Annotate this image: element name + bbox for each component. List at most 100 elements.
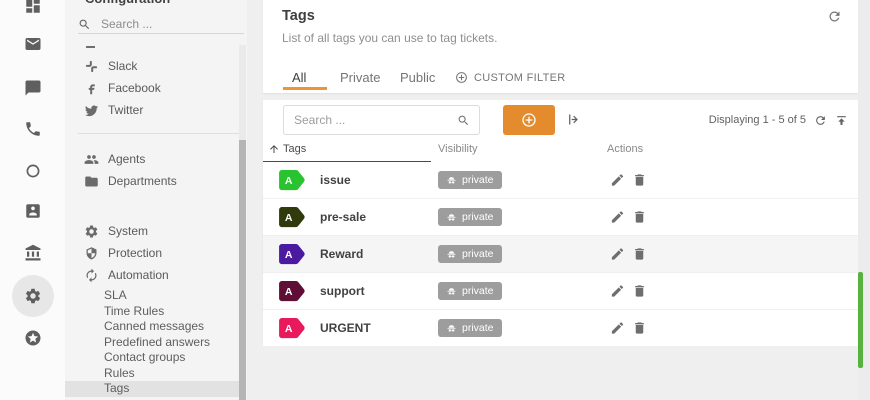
divider	[78, 133, 244, 134]
tab-all[interactable]: All	[292, 70, 306, 85]
active-tab-indicator	[283, 87, 327, 90]
tag-name: issue	[320, 173, 351, 187]
tag-color-icon: A	[278, 317, 307, 340]
svg-text:A: A	[285, 323, 293, 335]
delete-icon[interactable]	[632, 247, 647, 262]
tag-row[interactable]: A pre-sale private	[263, 199, 858, 236]
table-search-placeholder: Search ...	[294, 113, 345, 127]
academy-icon	[24, 244, 42, 262]
tab-public[interactable]: Public	[400, 70, 435, 85]
refresh-page-button[interactable]	[827, 9, 842, 27]
tag-name: support	[320, 284, 365, 298]
sidebar-subitem-predefined-answers[interactable]: Predefined answers	[65, 335, 239, 351]
mail-icon	[24, 35, 42, 53]
tab-custom-filter[interactable]: CUSTOM FILTER	[455, 71, 566, 84]
edit-icon[interactable]	[610, 321, 625, 336]
main-content: Tags List of all tags you can use to tag…	[263, 0, 858, 400]
visibility-label: private	[462, 285, 494, 297]
column-header-visibility[interactable]: Visibility	[438, 143, 478, 155]
edit-icon[interactable]	[610, 284, 625, 299]
tab-private[interactable]: Private	[340, 70, 380, 85]
sidebar-subitem-canned-messages[interactable]: Canned messages	[65, 319, 239, 335]
incognito-icon	[446, 286, 457, 297]
tag-row[interactable]: A issue private	[263, 162, 858, 199]
table-search-input[interactable]: Search ...	[283, 105, 480, 135]
sidebar-title: Configuration	[85, 0, 170, 6]
sidebar-item-system[interactable]: System	[65, 220, 239, 242]
search-icon[interactable]	[457, 114, 470, 127]
sidebar-item-departments[interactable]: Departments	[65, 170, 239, 192]
partially-visible-item	[86, 46, 95, 48]
twitter-icon	[84, 103, 99, 118]
delete-icon[interactable]	[632, 284, 647, 299]
sidebar-subitem-tags[interactable]: Tags	[65, 381, 239, 397]
rail-item-chat[interactable]	[0, 76, 65, 100]
sidebar-scrollbar-thumb[interactable]	[239, 140, 246, 400]
displaying-count: Displaying 1 - 5 of 5	[709, 114, 806, 126]
rail-item-badges[interactable]	[0, 326, 65, 350]
table-toolbar: Search ... Displaying 1 - 5 of 5	[263, 100, 858, 140]
arrow-from-bar-icon	[566, 112, 581, 127]
plus-circle-icon	[455, 71, 468, 84]
refresh-list-icon[interactable]	[814, 114, 827, 127]
svg-text:A: A	[285, 175, 293, 187]
system-icon	[84, 224, 99, 239]
automation-icon	[84, 268, 99, 283]
rail-item-academy[interactable]	[0, 241, 65, 265]
visibility-label: private	[462, 174, 494, 186]
edit-icon[interactable]	[610, 210, 625, 225]
delete-icon[interactable]	[632, 173, 647, 188]
edit-icon[interactable]	[610, 247, 625, 262]
delete-icon[interactable]	[632, 210, 647, 225]
scroll-to-top-icon[interactable]	[835, 114, 848, 127]
page-header-card: Tags List of all tags you can use to tag…	[263, 0, 858, 93]
phone-icon	[24, 120, 42, 138]
rail-item-phone[interactable]	[0, 117, 65, 141]
page-subtitle: List of all tags you can use to tag tick…	[282, 31, 497, 45]
sidebar-subitem-contact-groups[interactable]: Contact groups	[65, 350, 239, 366]
settings-icon	[24, 287, 42, 305]
page-scrollbar-track[interactable]	[858, 0, 870, 400]
divider	[78, 33, 244, 34]
tag-color-icon: A	[278, 243, 307, 266]
rail-item-dashboard[interactable]	[0, 0, 65, 18]
sidebar-item-label: Automation	[108, 268, 169, 282]
sidebar-item-slack[interactable]: Slack	[65, 55, 239, 77]
sidebar-item-label: Agents	[108, 152, 145, 166]
sidebar-subitem-time-rules[interactable]: Time Rules	[65, 304, 239, 320]
sidebar-item-twitter[interactable]: Twitter	[65, 99, 239, 121]
sidebar-item-protection[interactable]: Protection	[65, 242, 239, 264]
custom-filter-label: CUSTOM FILTER	[474, 72, 566, 84]
tag-row[interactable]: A URGENT private	[263, 310, 858, 347]
tag-color-icon: A	[278, 169, 307, 192]
delete-icon[interactable]	[632, 321, 647, 336]
rail-item-contacts[interactable]	[0, 199, 65, 223]
plus-circle-icon	[521, 112, 537, 128]
export-flow-button[interactable]	[566, 112, 581, 130]
tag-name: URGENT	[320, 321, 371, 335]
rail-item-status-circle[interactable]	[0, 159, 65, 183]
visibility-badge: private	[438, 282, 502, 300]
page-title: Tags	[282, 8, 315, 24]
add-tag-button[interactable]	[503, 105, 555, 135]
column-header-tags[interactable]: Tags	[268, 143, 306, 155]
visibility-badge: private	[438, 319, 502, 337]
sidebar-item-label: Slack	[108, 59, 137, 73]
page-scrollbar-thumb[interactable]	[858, 272, 863, 368]
table-header-row: Tags Visibility Actions	[263, 140, 858, 163]
app-window: Configuration Search ... Slack FacebookTw…	[0, 0, 870, 400]
rail-item-settings[interactable]	[0, 284, 65, 308]
sidebar-search-input[interactable]: Search ...	[78, 14, 238, 34]
sidebar-item-facebook[interactable]: Facebook	[65, 77, 239, 99]
tag-row[interactable]: A support private	[263, 273, 858, 310]
sidebar-subitem-rules[interactable]: Rules	[65, 366, 239, 382]
sidebar-subitem-sla[interactable]: SLA	[65, 288, 239, 304]
rail-item-mail[interactable]	[0, 32, 65, 56]
sidebar-item-agents[interactable]: Agents	[65, 148, 239, 170]
automation-subitems: SLATime RulesCanned messagesPredefined a…	[65, 288, 239, 397]
tag-name: Reward	[320, 247, 363, 261]
sidebar-item-automation[interactable]: Automation	[65, 264, 239, 286]
tag-row[interactable]: A Reward private	[263, 236, 858, 273]
edit-icon[interactable]	[610, 173, 625, 188]
sidebar-scrollbar-track[interactable]	[239, 45, 246, 400]
